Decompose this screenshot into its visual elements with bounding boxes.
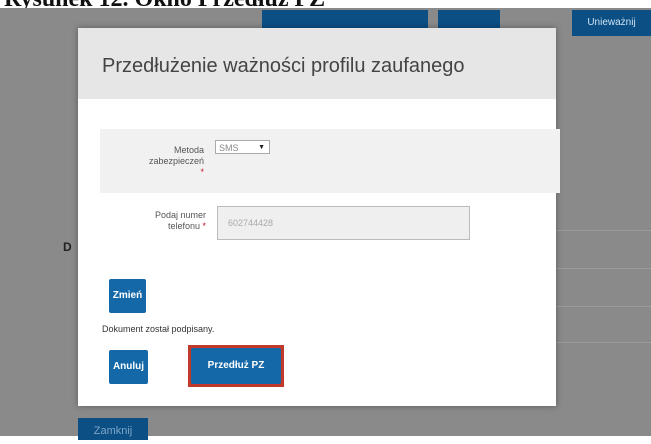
security-method-label-line1: Metoda <box>173 145 204 155</box>
required-mark: * <box>202 221 206 231</box>
phone-number-input[interactable]: 602744428 <box>217 206 470 240</box>
security-method-select[interactable]: SMS ▼ <box>215 140 270 154</box>
background-close-button: Zamknij <box>78 418 148 440</box>
phone-number-label-line1: Podaj numer <box>154 210 206 220</box>
background-divider <box>556 342 651 343</box>
extend-pz-button[interactable]: Przedłuż PZ <box>191 348 281 384</box>
security-method-label-line2: zabezpieczeń <box>148 156 204 166</box>
background-divider <box>556 230 651 231</box>
modal-title: Przedłużenie ważności profilu zaufanego <box>102 55 465 77</box>
phone-number-label: Podaj numer telefonu * <box>114 210 206 232</box>
modal-header: Przedłużenie ważności profilu zaufanego <box>78 28 556 99</box>
security-method-row: Metoda zabezpieczeń * SMS ▼ <box>100 129 560 193</box>
required-mark: * <box>200 167 204 177</box>
extend-button-highlight: Przedłuż PZ <box>188 345 284 387</box>
background-side-letter: D <box>63 240 72 254</box>
phone-number-label-line2: telefonu <box>167 221 200 231</box>
background-divider <box>556 306 651 307</box>
security-method-selected-value: SMS <box>219 143 239 153</box>
status-message: Dokument został podpisany. <box>102 324 215 334</box>
extend-profile-modal: Przedłużenie ważności profilu zaufanego … <box>78 28 560 406</box>
cancel-button[interactable]: Anuluj <box>109 350 148 384</box>
background-unewaznij-button: Unieważnij <box>572 10 651 36</box>
security-method-label: Metoda zabezpieczeń * <box>114 145 204 178</box>
change-button[interactable]: Zmień <box>109 279 146 313</box>
dropdown-caret-icon: ▼ <box>258 144 265 151</box>
phone-number-row: Podaj numer telefonu * 602744428 <box>100 200 560 260</box>
background-divider <box>556 268 651 269</box>
